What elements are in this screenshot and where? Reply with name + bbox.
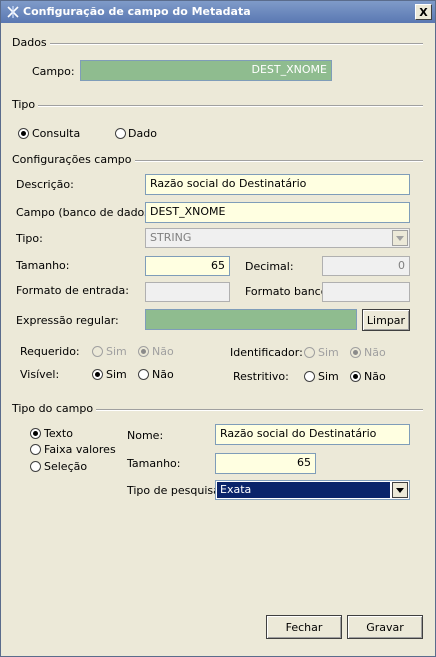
visivel-nao-label[interactable]: Não (152, 368, 174, 381)
radio-consulta[interactable] (18, 128, 29, 139)
decimal-input: 0 (322, 256, 410, 276)
radio-faixa-valores-label[interactable]: Faixa valores (44, 443, 116, 456)
radio-texto[interactable] (30, 428, 41, 439)
requerido-sim-radio (92, 346, 103, 357)
title-bar[interactable]: Configuração de campo do Metadata X (1, 1, 435, 23)
config-section-label: Configurações campo (9, 153, 135, 166)
identificador-nao-label: Não (364, 346, 386, 359)
descricao-label: Descrição: (16, 178, 74, 191)
descricao-input[interactable]: Razão social do Destinatário (145, 174, 410, 195)
tipo-select: STRING (145, 228, 410, 248)
identificador-label: Identificador: (230, 346, 303, 359)
expressao-label: Expressão regular: (16, 314, 119, 327)
pesquisa-dropdown-button[interactable] (392, 482, 408, 498)
visivel-sim-radio[interactable] (92, 369, 103, 380)
requerido-label: Requerido: (20, 345, 80, 358)
limpar-label: Limpar (366, 313, 406, 327)
fechar-label: Fechar (285, 620, 323, 634)
expressao-input[interactable] (145, 309, 357, 330)
nome-input[interactable]: Razão social do Destinatário (215, 424, 410, 445)
app-icon (7, 6, 19, 18)
gravar-label: Gravar (366, 620, 404, 634)
dados-section-label: Dados (9, 36, 50, 49)
pesquisa-select[interactable]: Exata (215, 480, 410, 500)
tipo-label: Tipo: (16, 232, 43, 245)
tipo-dropdown-button (392, 230, 408, 246)
formato-entrada-input (145, 282, 230, 302)
pesquisa-select-value: Exata (217, 482, 390, 498)
pesquisa-label: Tipo de pesquisa: (127, 484, 224, 497)
radio-texto-label[interactable]: Texto (44, 427, 73, 440)
identificador-sim-label: Sim (318, 346, 339, 359)
radio-selecao[interactable] (30, 461, 41, 472)
restritivo-nao-radio[interactable] (350, 371, 361, 382)
chevron-down-icon (396, 235, 404, 241)
dialog-window: Configuração de campo do Metadata X Dado… (0, 0, 436, 657)
radio-dado[interactable] (115, 128, 126, 139)
campo-label: Campo: (32, 65, 75, 78)
limpar-button[interactable]: Limpar (362, 309, 410, 331)
fechar-button[interactable]: Fechar (266, 615, 342, 639)
restritivo-label: Restritivo: (233, 370, 289, 383)
requerido-nao-radio (138, 346, 149, 357)
requerido-nao-label: Não (152, 345, 174, 358)
requerido-sim-label: Sim (106, 345, 127, 358)
close-button[interactable]: X (415, 4, 432, 20)
visivel-nao-radio[interactable] (138, 369, 149, 380)
radio-consulta-label[interactable]: Consulta (32, 127, 80, 140)
tamanho-label: Tamanho: (16, 259, 70, 272)
visivel-label: Visível: (20, 368, 60, 381)
tipo-campo-section-label: Tipo do campo (9, 402, 97, 415)
dialog-body: Dados Campo: DEST_XNOME Tipo Consulta Da… (1, 23, 435, 656)
tipo-separator (11, 105, 423, 107)
radio-faixa-valores[interactable] (30, 444, 41, 455)
campo-field: DEST_XNOME (80, 60, 332, 81)
restritivo-sim-radio[interactable] (304, 371, 315, 382)
nome-label: Nome: (127, 429, 164, 442)
gravar-button[interactable]: Gravar (347, 615, 423, 639)
campo-bd-label: Campo (banco de dados): (16, 206, 159, 219)
formato-banco-input (322, 282, 410, 302)
chevron-down-icon (396, 487, 404, 493)
restritivo-sim-label[interactable]: Sim (318, 370, 339, 383)
radio-dado-label[interactable]: Dado (128, 127, 157, 140)
identificador-nao-radio (350, 347, 361, 358)
tipo-campo-tamanho-input[interactable]: 65 (215, 453, 316, 474)
tipo-section-label: Tipo (9, 98, 39, 111)
formato-banco-label: Formato banco: (245, 285, 332, 298)
tamanho-input[interactable]: 65 (145, 256, 230, 276)
dados-separator (11, 43, 423, 45)
decimal-label: Decimal: (245, 260, 294, 273)
tipo-campo-tamanho-label: Tamanho: (127, 457, 181, 470)
formato-entrada-label: Formato de entrada: (16, 284, 129, 297)
radio-selecao-label[interactable]: Seleção (44, 460, 87, 473)
campo-bd-input[interactable]: DEST_XNOME (145, 202, 410, 223)
restritivo-nao-label[interactable]: Não (364, 370, 386, 383)
close-icon: X (419, 5, 428, 19)
visivel-sim-label[interactable]: Sim (106, 368, 127, 381)
window-title: Configuração de campo do Metadata (23, 5, 251, 18)
identificador-sim-radio (304, 347, 315, 358)
